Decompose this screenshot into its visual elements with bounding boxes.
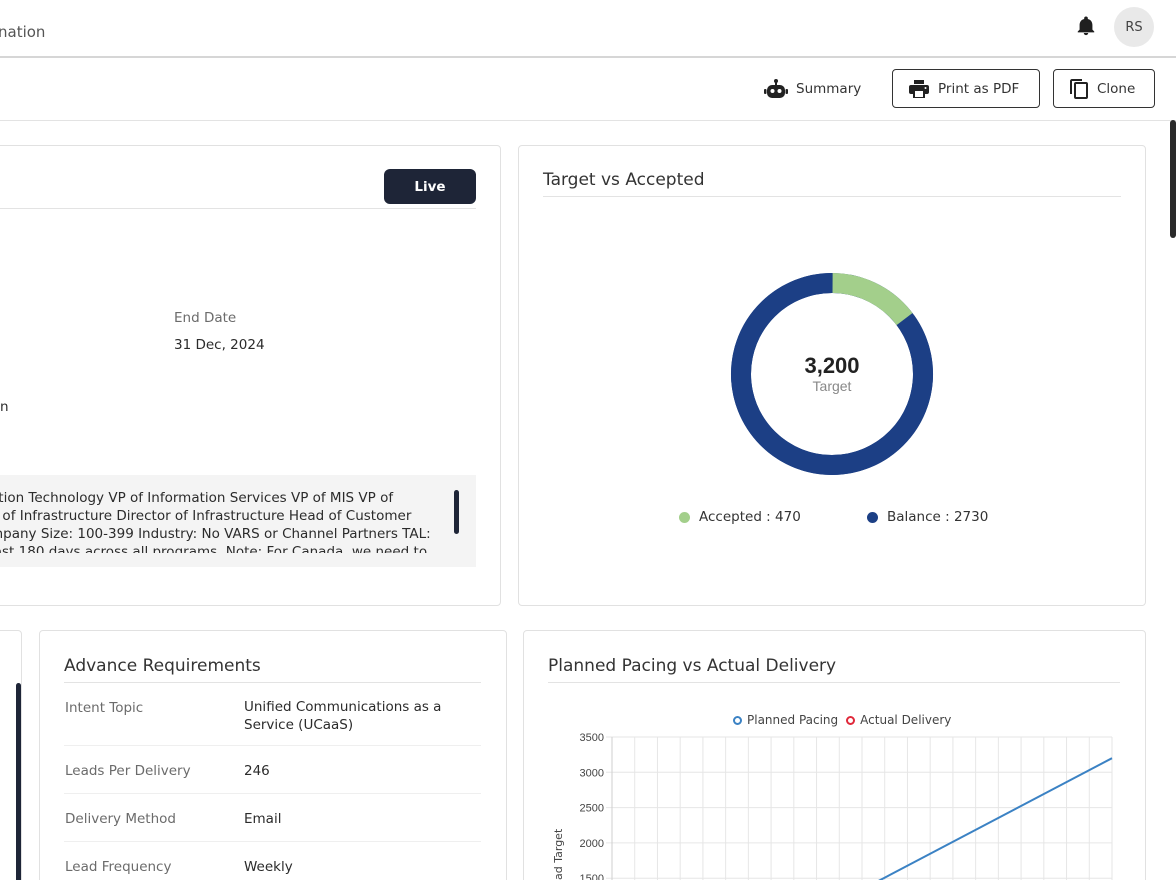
card-scrollbar[interactable] [16, 683, 21, 880]
legend-label-actual: Actual Delivery [860, 713, 952, 727]
delivery-method-value: Email [244, 811, 282, 827]
y-tick-label: 3500 [580, 732, 604, 744]
intent-topic-value: Unified Communications as a Service (UCaa… [244, 699, 442, 733]
legend-label-balance: Balance : 2730 [887, 509, 989, 525]
intent-topic-label: Intent Topic [65, 700, 144, 716]
legend-item-balance[interactable]: Balance : 2730 [867, 509, 988, 525]
action-bar: Summary Print as PDF Clone [0, 60, 1176, 121]
pacing-title: Planned Pacing vs Actual Delivery [548, 656, 837, 676]
legend-label-accepted: Accepted : 470 [699, 509, 801, 525]
pacing-line-chart: 3500 3000 2500 2000 1500 [580, 732, 1113, 880]
legend-dot [679, 511, 690, 523]
summary-button[interactable]: Summary [764, 78, 861, 100]
description-text[interactable]: ation Technology VP of Information Servi… [0, 489, 440, 553]
summary-label: Summary [796, 81, 862, 97]
description-scrollbar[interactable] [454, 490, 459, 534]
legend-item-actual[interactable]: Actual Delivery [846, 713, 951, 727]
legend-item-accepted[interactable]: Accepted : 470 [679, 509, 801, 525]
print-pdf-button[interactable]: Print as PDF [892, 69, 1040, 108]
divider [543, 196, 1121, 197]
y-tick-label: 2500 [580, 803, 604, 815]
divider [64, 745, 481, 746]
lead-frequency-value: Weekly [244, 859, 293, 875]
copy-icon [1070, 78, 1088, 99]
donut-center-value: 3,200 [804, 353, 859, 378]
page-scrollbar[interactable] [1170, 120, 1176, 238]
divider [548, 682, 1120, 683]
description-box: ation Technology VP of Information Servi… [0, 475, 476, 567]
delivery-method-label: Delivery Method [65, 811, 176, 827]
pacing-legend: Planned Pacing Actual Delivery [733, 713, 951, 727]
end-date-value: 31 Dec, 2024 [174, 337, 265, 353]
top-bar: nation RS [0, 0, 1176, 58]
y-axis-label: ad Target [552, 828, 565, 880]
legend-dot [867, 511, 878, 523]
divider [64, 682, 481, 683]
robot-icon [764, 79, 788, 98]
donut-slice-accepted[interactable] [832, 273, 913, 326]
divider [64, 793, 481, 794]
clone-button[interactable]: Clone [1053, 69, 1155, 108]
series-line-planned-pacing[interactable] [877, 757, 1113, 880]
status-badge: Live [384, 169, 476, 204]
print-label: Print as PDF [938, 80, 1020, 97]
lead-frequency-label: Lead Frequency [65, 859, 172, 875]
legend-marker [733, 715, 742, 725]
legend-item-planned[interactable]: Planned Pacing [733, 713, 838, 727]
target-vs-accepted-title: Target vs Accepted [543, 170, 705, 190]
y-tick-label: 1500 [580, 873, 604, 880]
donut-center-label: Target [813, 378, 852, 394]
end-date-label: End Date [174, 310, 237, 326]
advance-requirements-title: Advance Requirements [64, 656, 261, 676]
divider [64, 841, 481, 842]
leads-per-delivery-value: 246 [244, 763, 270, 779]
clone-label: Clone [1097, 80, 1136, 97]
y-tick-label: 3000 [580, 767, 604, 779]
bell-icon[interactable] [1075, 15, 1097, 37]
avatar[interactable]: RS [1114, 7, 1154, 47]
legend-marker [846, 715, 856, 725]
printer-icon [909, 79, 929, 98]
breadcrumb[interactable]: nation [0, 23, 45, 41]
field-fragment: n [0, 399, 9, 415]
legend-label-planned: Planned Pacing [747, 713, 839, 727]
leads-per-delivery-label: Leads Per Delivery [65, 763, 191, 779]
divider [0, 208, 476, 209]
donut-chart: 3,200 Target [731, 273, 933, 475]
y-tick-label: 2000 [580, 838, 604, 850]
